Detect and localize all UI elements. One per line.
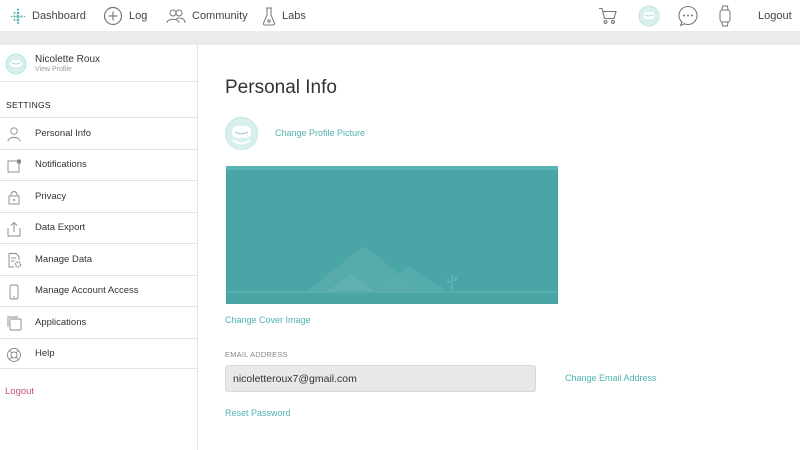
avatar-icon: [5, 53, 27, 75]
applications-icon: [7, 316, 22, 331]
sidebar-item-applications[interactable]: Applications: [0, 306, 197, 338]
profile-name: Nicolette Roux: [35, 54, 101, 65]
nav-community[interactable]: Community: [166, 0, 248, 31]
sidebar-item-privacy[interactable]: Privacy: [0, 180, 197, 212]
people-icon: [166, 9, 186, 23]
nav-dashboard[interactable]: Dashboard: [10, 0, 86, 31]
flask-icon: [262, 7, 276, 25]
watch-icon: [719, 5, 731, 26]
sidebar-item-label: Manage Data: [35, 253, 93, 265]
nav-logout[interactable]: Logout: [758, 0, 792, 31]
export-icon: [7, 221, 21, 236]
nav-dashboard-label: Dashboard: [32, 9, 86, 22]
sidebar-item-label: Help: [35, 347, 55, 359]
sidebar-item-help[interactable]: Help: [0, 337, 197, 369]
settings-sidebar: Nicolette Roux View Profile SETTINGS Per…: [0, 45, 198, 450]
nav-log-label: Log: [129, 9, 148, 22]
top-nav: Dashboard Log Community Labs Logout: [0, 0, 800, 31]
page-title: Personal Info: [225, 77, 337, 98]
plus-circle-icon: [103, 6, 123, 25]
sidebar-item-label: Personal Info: [35, 127, 91, 139]
sidebar-item-label: Notifications: [35, 159, 87, 171]
sidebar-item-label: Data Export: [35, 222, 86, 234]
settings-heading: SETTINGS: [6, 100, 51, 110]
nav-log[interactable]: Log: [103, 0, 147, 31]
cart-button[interactable]: [598, 0, 618, 31]
cover-image: [226, 166, 558, 304]
nav-labs[interactable]: Labs: [262, 0, 306, 31]
sidebar-item-label: Applications: [35, 316, 87, 328]
phone-icon: [9, 284, 19, 299]
messages-button[interactable]: [677, 0, 699, 31]
sidebar-item-manage-account-access[interactable]: Manage Account Access: [0, 274, 197, 307]
lock-icon: [8, 191, 20, 205]
personal-info-panel: Personal Info Change Profile Picture Cha…: [199, 45, 800, 450]
sidebar-profile[interactable]: Nicolette Roux View Profile: [0, 45, 197, 82]
sidebar-item-label: Privacy: [35, 190, 67, 202]
sidebar-item-manage-data[interactable]: Manage Data: [0, 243, 197, 275]
cart-icon: [599, 7, 617, 24]
change-email-link[interactable]: Change Email Address: [565, 373, 657, 383]
email-field[interactable]: [225, 365, 536, 392]
chat-bubble-icon: [678, 5, 698, 26]
reset-password-link[interactable]: Reset Password: [225, 408, 291, 418]
avatar-icon: [638, 5, 660, 26]
change-cover-image-link[interactable]: Change Cover Image: [225, 315, 311, 325]
manage-data-icon: [8, 253, 22, 268]
notification-icon: [7, 159, 21, 172]
sidebar-item-label: Manage Account Access: [35, 285, 139, 297]
settings-menu: Personal Info Notifications Privacy Data…: [0, 117, 197, 369]
view-profile-link[interactable]: View Profile: [35, 66, 72, 73]
help-icon: [7, 347, 21, 362]
sidebar-item-notifications[interactable]: Notifications: [0, 148, 197, 181]
nav-community-label: Community: [192, 9, 248, 22]
profile-avatar-button[interactable]: [638, 0, 660, 31]
fitbit-logo-icon: [10, 8, 26, 24]
header-divider-band: [0, 31, 800, 45]
sidebar-logout-link[interactable]: Logout: [5, 386, 34, 397]
sidebar-item-data-export[interactable]: Data Export: [0, 211, 197, 244]
change-profile-picture-link[interactable]: Change Profile Picture: [275, 128, 365, 138]
email-address-label: EMAIL ADDRESS: [225, 350, 288, 359]
device-button[interactable]: [718, 0, 732, 31]
nav-labs-label: Labs: [282, 9, 306, 22]
avatar-icon[interactable]: [224, 116, 259, 151]
person-icon: [7, 127, 21, 142]
nav-logout-label: Logout: [758, 9, 792, 22]
sidebar-item-personal-info[interactable]: Personal Info: [0, 117, 197, 149]
